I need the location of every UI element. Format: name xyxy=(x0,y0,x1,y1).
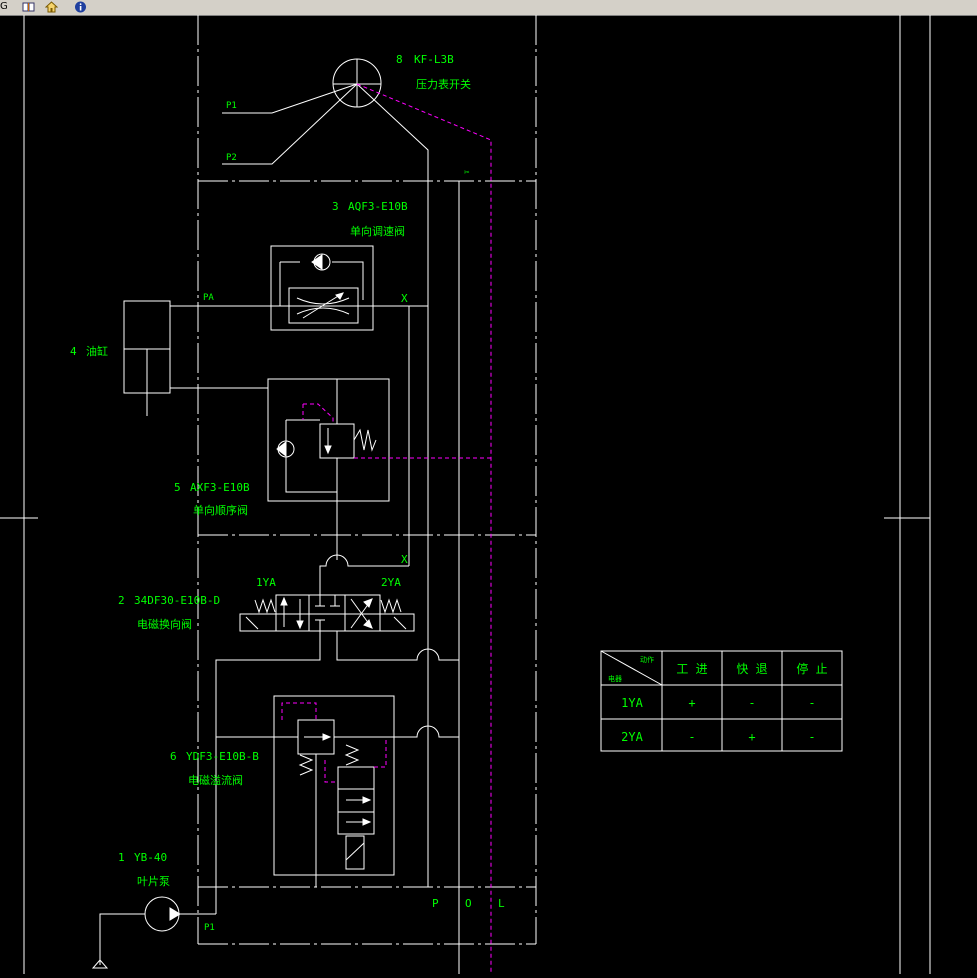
table-cell: - xyxy=(748,696,755,710)
table-corner-bottom: 电器 xyxy=(608,674,622,683)
comp1-name: 叶片泵 xyxy=(137,875,170,888)
comp5-model: AXF3-E10B xyxy=(190,481,250,494)
relief-valve xyxy=(216,695,459,887)
hydraulic-diagram: 8 KF-L3B 压力表开关 3 AQF3-E10B 单向调速阀 4 油缸 5 … xyxy=(0,15,931,974)
comp8-number: 8 xyxy=(396,53,403,66)
table-header-3: 停 止 xyxy=(796,661,827,676)
info-icon[interactable] xyxy=(74,1,87,13)
table-cell: - xyxy=(808,730,815,744)
port-p-label: P xyxy=(432,897,439,910)
port-pa-label: PA xyxy=(203,293,214,303)
table-cell: - xyxy=(808,696,815,710)
port-o-label: O xyxy=(465,897,472,910)
table-cell: - xyxy=(688,730,695,744)
directional-valve xyxy=(215,554,459,914)
sequence-valve xyxy=(267,378,390,560)
comp1-model: YB-40 xyxy=(134,851,167,864)
table-cell: + xyxy=(748,730,755,744)
hydraulic-cylinder xyxy=(123,300,171,416)
table-corner-top: 动作 xyxy=(640,655,654,664)
table-header-1: 工 进 xyxy=(676,662,707,676)
cad-canvas[interactable]: 8 KF-L3B 压力表开关 3 AQF3-E10B 单向调速阀 4 油缸 5 … xyxy=(0,15,977,974)
comp6-name: 电磁溢流阀 xyxy=(188,773,243,787)
toolbar: G xyxy=(0,0,977,16)
comp2-model: 34DF30-E10B-D xyxy=(134,594,220,607)
solenoid-action-table: 动作 电器 工 进 快 退 停 止 1YA + - - 2YA - + - xyxy=(600,650,843,752)
comp3-name: 单向调速阀 xyxy=(350,224,405,238)
port-x-lower: X xyxy=(401,553,408,566)
table-cell: + xyxy=(688,696,695,710)
port-l-label: L xyxy=(498,897,505,910)
table-row-label: 2YA xyxy=(621,730,643,744)
comp3-model: AQF3-E10B xyxy=(348,200,408,213)
book-icon[interactable] xyxy=(22,1,35,13)
solenoid-1ya-label: 1YA xyxy=(256,576,276,589)
solenoid-2ya-label: 2YA xyxy=(381,576,401,589)
block-boundaries xyxy=(197,15,537,945)
port-p2-label: P2 xyxy=(226,153,237,163)
comp6-number: 6 xyxy=(170,750,177,763)
cut-symbol: ✂ xyxy=(464,168,470,178)
comp2-name: 电磁换向阀 xyxy=(137,617,192,631)
comp1-number: 1 xyxy=(118,851,125,864)
pump-port-label: P1 xyxy=(204,923,215,933)
comp8-model: KF-L3B xyxy=(414,53,454,66)
comp2-number: 2 xyxy=(118,594,125,607)
comp6-model: YDF3-E10B-B xyxy=(186,750,259,763)
home-icon[interactable] xyxy=(45,1,58,13)
comp5-number: 5 xyxy=(174,481,181,494)
port-p1-label: P1 xyxy=(226,101,237,111)
toolbar-partial-char: G xyxy=(0,1,8,12)
table-header-2: 快 退 xyxy=(736,662,767,676)
pressure-gauge-switch xyxy=(222,58,429,300)
comp4-number: 4 xyxy=(70,345,77,358)
speed-control-valve xyxy=(270,245,374,331)
pilot-lines xyxy=(281,83,492,974)
table-row-label: 1YA xyxy=(621,696,643,710)
comp4-name: 油缸 xyxy=(86,344,108,358)
comp3-number: 3 xyxy=(332,200,339,213)
comp5-name: 单向顺序阀 xyxy=(193,503,248,517)
comp8-name: 压力表开关 xyxy=(416,77,471,91)
port-x-upper: X xyxy=(401,292,408,305)
